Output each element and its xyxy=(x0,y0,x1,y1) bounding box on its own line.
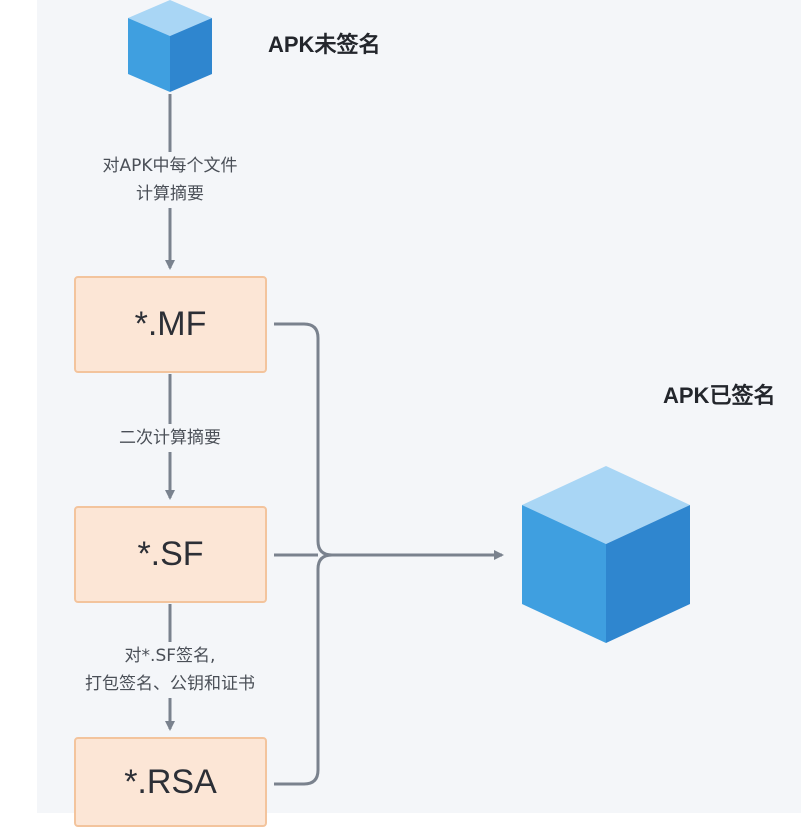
step-label-line: 对*.SF签名, xyxy=(124,646,216,666)
title-signed: APK已签名 xyxy=(663,383,776,408)
step-label-sign: 对*.SF签名, 打包签名、公钥和证书 xyxy=(60,642,280,698)
title-unsigned: APK未签名 xyxy=(268,32,381,57)
step-label-line: 对APK中每个文件 xyxy=(102,156,238,176)
mf-file-box: *.MF xyxy=(74,276,267,373)
sf-file-box: *.SF xyxy=(74,506,267,603)
cube-icon xyxy=(522,466,690,643)
step-label-line: 打包签名、公钥和证书 xyxy=(85,674,255,694)
cube-icon xyxy=(128,0,212,92)
rsa-file-box: *.RSA xyxy=(74,737,267,827)
step-label-second-digest: 二次计算摘要 xyxy=(70,424,270,452)
step-label-digest: 对APK中每个文件 计算摘要 xyxy=(70,152,270,208)
step-label-line: 计算摘要 xyxy=(136,184,204,204)
step-label-line: 二次计算摘要 xyxy=(119,428,221,448)
